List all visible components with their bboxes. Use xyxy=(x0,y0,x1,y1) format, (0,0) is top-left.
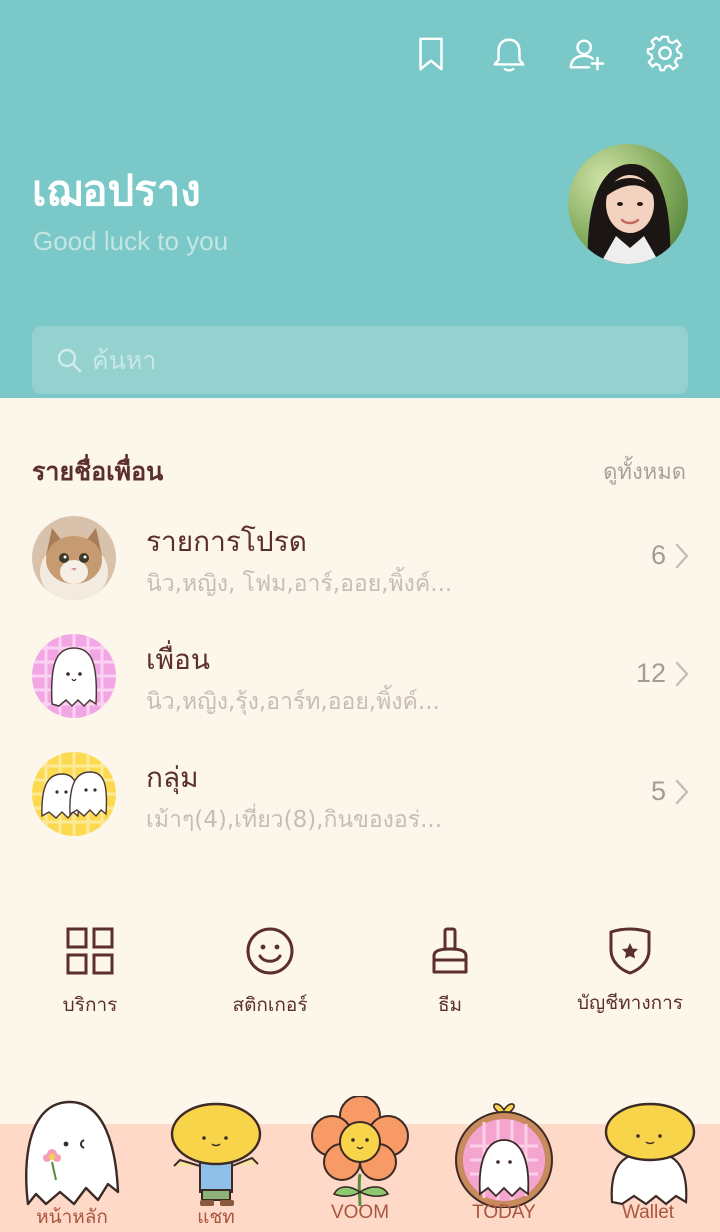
list-item-groups[interactable]: กลุ่ม เม้าๆ(4),เที่ยว(8),กินของอร่... 5 xyxy=(0,752,720,862)
tab-chat[interactable]: แชท xyxy=(144,1096,288,1232)
friends-section-title: รายชื่อเพื่อน xyxy=(32,457,164,486)
profile-status-message[interactable]: Good luck to you xyxy=(33,226,228,257)
brush-icon xyxy=(432,927,468,974)
services-button[interactable]: บริการ xyxy=(20,926,160,1026)
group-title: เพื่อน xyxy=(146,643,210,676)
favorites-cat-thumbnail xyxy=(32,516,116,600)
official-accounts-button[interactable]: บัญชีทางการ xyxy=(560,926,700,1026)
groups-ghosts-thumbnail xyxy=(32,752,116,836)
search-icon xyxy=(57,348,82,373)
bookmark-icon[interactable] xyxy=(410,32,452,76)
tab-chat-label: แชท xyxy=(197,1207,235,1228)
tab-today[interactable]: TODAY xyxy=(432,1096,576,1232)
group-title: กลุ่ม xyxy=(146,761,199,794)
smiley-icon xyxy=(246,927,294,975)
ghost-home-icon xyxy=(25,1100,120,1206)
tab-wallet[interactable]: Wallet xyxy=(576,1096,720,1232)
services-label: บริการ xyxy=(62,994,118,1016)
search-input[interactable] xyxy=(92,345,652,375)
tab-today-label: TODAY xyxy=(472,1202,536,1223)
friends-ghost-thumbnail xyxy=(32,634,116,718)
chevron-right-icon xyxy=(675,779,689,805)
bell-icon[interactable] xyxy=(488,32,530,76)
profile-name[interactable]: เฌอปราง xyxy=(32,158,201,224)
themes-label: ธีม xyxy=(437,994,463,1016)
grid-icon xyxy=(66,927,114,975)
flower-voom-icon xyxy=(311,1096,409,1207)
ghost-frame-today-icon xyxy=(455,1103,553,1208)
tab-home-label: หน้าหลัก xyxy=(36,1207,108,1228)
add-friend-icon[interactable] xyxy=(566,32,608,76)
lemon-kid-chat-icon xyxy=(170,1102,262,1206)
tab-wallet-label: Wallet xyxy=(621,1202,675,1223)
group-count: 12 xyxy=(635,658,666,688)
chevron-right-icon xyxy=(675,661,689,687)
tab-home[interactable]: หน้าหลัก xyxy=(0,1096,144,1232)
profile-header: เฌอปราง Good luck to you xyxy=(0,0,720,398)
tab-voom-label: VOOM xyxy=(330,1202,390,1223)
see-all-link[interactable]: ดูทั้งหมด xyxy=(603,454,686,489)
tab-voom[interactable]: VOOM xyxy=(288,1096,432,1232)
group-title: รายการโปรด xyxy=(146,525,307,558)
group-count: 6 xyxy=(650,540,666,570)
group-members: เม้าๆ(4),เที่ยว(8),กินของอร่... xyxy=(146,807,443,833)
group-members: นิว,หญิง, โฟม,อาร์,ออย,พิ้งค์... xyxy=(146,571,453,597)
themes-button[interactable]: ธีม xyxy=(380,926,520,1026)
profile-avatar[interactable] xyxy=(568,144,688,264)
chevron-right-icon xyxy=(675,543,689,569)
group-count: 5 xyxy=(650,776,666,806)
group-members: นิว,หญิง,รุ้ง,อาร์ท,ออย,พิ้งค์... xyxy=(146,689,440,715)
stickers-button[interactable]: สติกเกอร์ xyxy=(200,926,340,1026)
lemon-ghost-wallet-icon xyxy=(604,1102,696,1206)
list-item-favorites[interactable]: รายการโปรด นิว,หญิง, โฟม,อาร์,ออย,พิ้งค์… xyxy=(0,516,720,626)
list-item-friends[interactable]: เพื่อน นิว,หญิง,รุ้ง,อาร์ท,ออย,พิ้งค์...… xyxy=(0,634,720,744)
header-actions xyxy=(410,32,686,76)
official-accounts-label: บัญชีทางการ xyxy=(577,992,683,1014)
shield-star-icon xyxy=(609,927,651,975)
stickers-label: สติกเกอร์ xyxy=(232,994,308,1016)
settings-icon[interactable] xyxy=(644,32,686,76)
search-bar[interactable] xyxy=(32,326,688,394)
